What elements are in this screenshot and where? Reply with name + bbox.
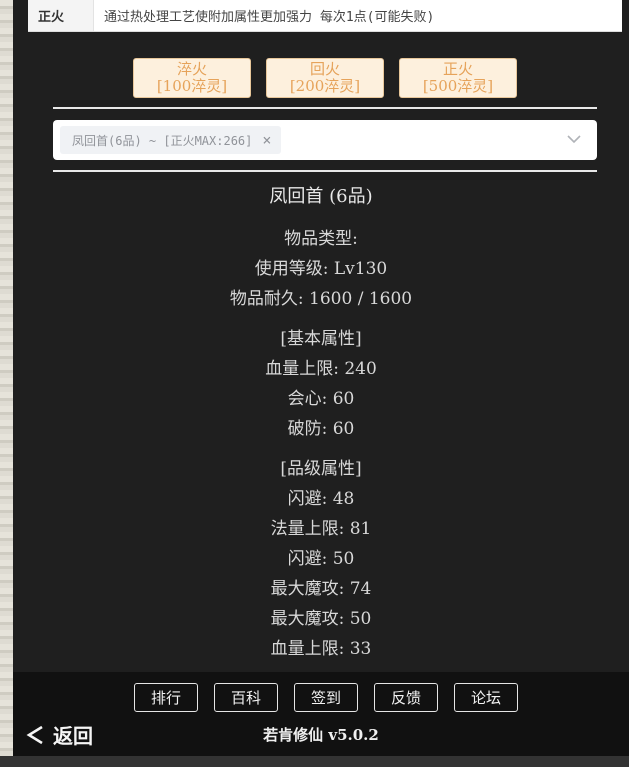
quench-button-cost: [100淬灵] <box>156 77 228 95</box>
quench-button[interactable]: 淬火 [100淬灵] <box>133 58 251 98</box>
grade-attribute: 最大魔攻: 50 <box>270 609 372 629</box>
temper-button-cost: [200淬灵] <box>289 77 361 95</box>
operation-description: 通过热处理工艺使附加属性更加强力 每次1点(可能失败) <box>104 10 435 25</box>
item-select[interactable]: 凤回首(6品) ~ [正火MAX:266] × <box>53 120 597 160</box>
bottom-strip <box>0 756 629 767</box>
grade-attribute: 最大魔攻: 74 <box>270 579 372 599</box>
feedback-button[interactable]: 反馈 <box>374 683 438 712</box>
grade-attribute: 闪避: 48 <box>287 489 355 509</box>
divider-bottom <box>53 170 597 172</box>
divider-top <box>53 107 597 109</box>
forum-button[interactable]: 论坛 <box>454 683 518 712</box>
item-level: 使用等级: Lv130 <box>254 259 388 279</box>
footer: 排行 百科 签到 反馈 论坛 返回 若肯修仙 v5.0.2 <box>13 672 629 767</box>
temper-button[interactable]: 回火 [200淬灵] <box>266 58 384 98</box>
action-buttons: 淬火 [100淬灵] 回火 [200淬灵] 正火 [500淬灵] <box>133 58 533 98</box>
normalize-button[interactable]: 正火 [500淬灵] <box>399 58 517 98</box>
footer-nav: 排行 百科 签到 反馈 论坛 <box>134 683 518 712</box>
selected-item-tag: 凤回首(6品) ~ [正火MAX:266] × <box>60 126 282 154</box>
item-name: 凤回首 (6品) <box>269 186 373 207</box>
basic-attributes-title: [基本属性] <box>280 329 362 349</box>
page-background-strip <box>0 0 13 767</box>
app-version: 若肯修仙 v5.0.2 <box>263 726 379 744</box>
quench-button-label: 淬火 <box>176 60 207 78</box>
wiki-button[interactable]: 百科 <box>214 683 278 712</box>
normalize-button-label: 正火 <box>442 60 473 78</box>
grade-attribute: 法量上限: 81 <box>270 519 372 539</box>
normalize-button-cost: [500淬灵] <box>422 77 494 95</box>
grade-attribute: 血量上限: 33 <box>270 639 372 659</box>
grade-attributes-title: [品级属性] <box>280 459 362 479</box>
item-durability: 物品耐久: 1600 / 1600 <box>229 289 413 309</box>
selected-item-tag-label: 凤回首(6品) ~ [正火MAX:266] <box>72 133 253 148</box>
grade-attribute: 闪避: 50 <box>287 549 355 569</box>
basic-attribute: 血量上限: 240 <box>265 359 377 379</box>
operation-label: 正火 <box>28 0 94 31</box>
chevron-down-icon[interactable] <box>567 132 581 146</box>
item-details: 凤回首 (6品) 物品类型: 使用等级: Lv130 物品耐久: 1600 / … <box>13 180 629 664</box>
checkin-button[interactable]: 签到 <box>294 683 358 712</box>
app-panel: 正火 通过热处理工艺使附加属性更加强力 每次1点(可能失败) 淬火 [100淬灵… <box>13 0 629 767</box>
operation-info-row: 正火 通过热处理工艺使附加属性更加强力 每次1点(可能失败) <box>28 0 622 32</box>
basic-attribute: 破防: 60 <box>287 419 355 439</box>
close-icon[interactable]: × <box>262 131 271 149</box>
basic-attribute: 会心: 60 <box>287 389 355 409</box>
item-type: 物品类型: <box>284 229 358 249</box>
temper-button-label: 回火 <box>309 60 340 78</box>
ranking-button[interactable]: 排行 <box>134 683 198 712</box>
